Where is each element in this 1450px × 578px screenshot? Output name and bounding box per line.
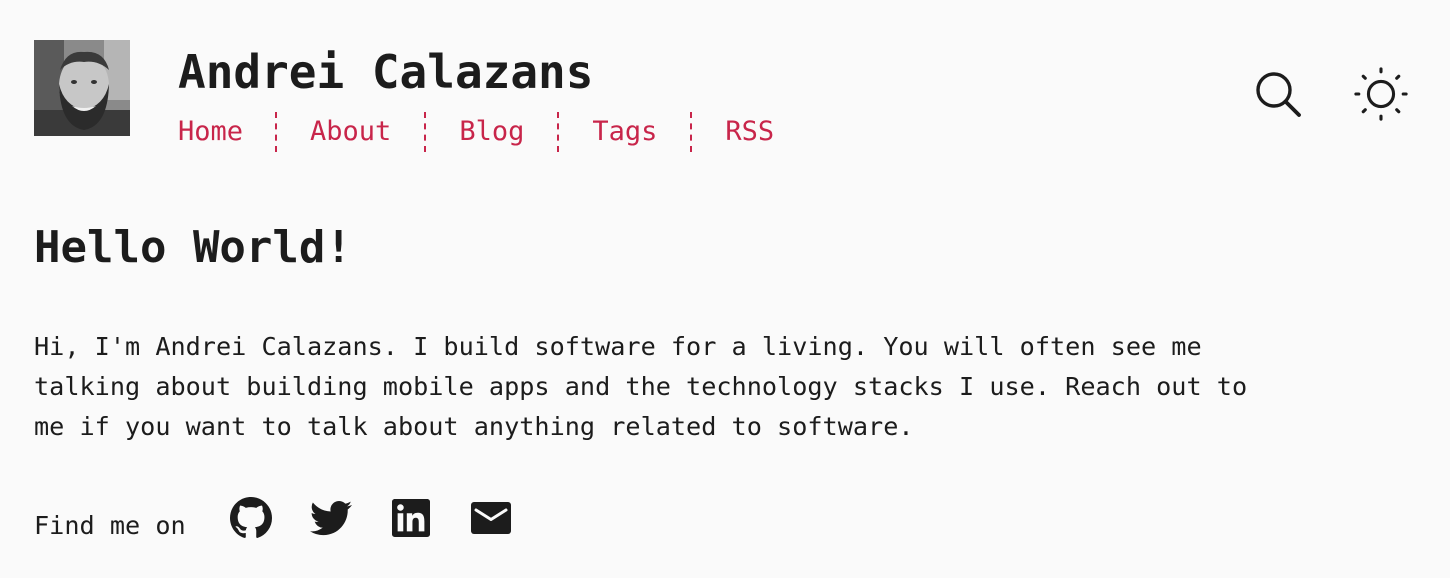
avatar[interactable] (34, 40, 130, 136)
linkedin-icon (391, 499, 430, 537)
email-link[interactable] (467, 494, 515, 542)
nav-divider (275, 112, 278, 152)
nav-item-about[interactable]: About (310, 110, 391, 154)
mail-icon (470, 502, 511, 534)
nav-item-rss[interactable]: RSS (725, 110, 774, 154)
nav-divider (557, 112, 560, 152)
nav-item-blog[interactable]: Blog (459, 110, 524, 154)
nav-divider (424, 112, 427, 152)
search-icon (1256, 72, 1301, 117)
twitter-link[interactable] (307, 494, 355, 542)
nav-divider (690, 112, 693, 152)
github-link[interactable] (227, 494, 275, 542)
twitter-icon (309, 500, 352, 536)
theme-toggle-button[interactable] (1353, 66, 1409, 122)
social-links: Find me on (34, 490, 547, 556)
search-button[interactable] (1250, 66, 1306, 122)
linkedin-link[interactable] (387, 494, 435, 542)
page-title: Hello World! (34, 222, 352, 273)
find-me-label: Find me on (34, 511, 186, 540)
main-nav: Home About Blog Tags RSS (178, 110, 774, 154)
intro-paragraph: Hi, I'm Andrei Calazans. I build softwar… (34, 332, 1248, 441)
github-icon (229, 497, 272, 538)
nav-item-tags[interactable]: Tags (592, 110, 657, 154)
page: Andrei Calazans Home About Blog Tags RSS (0, 0, 1450, 578)
nav-item-home[interactable]: Home (178, 110, 243, 154)
site-title[interactable]: Andrei Calazans (178, 42, 593, 102)
sun-icon (1354, 67, 1408, 121)
